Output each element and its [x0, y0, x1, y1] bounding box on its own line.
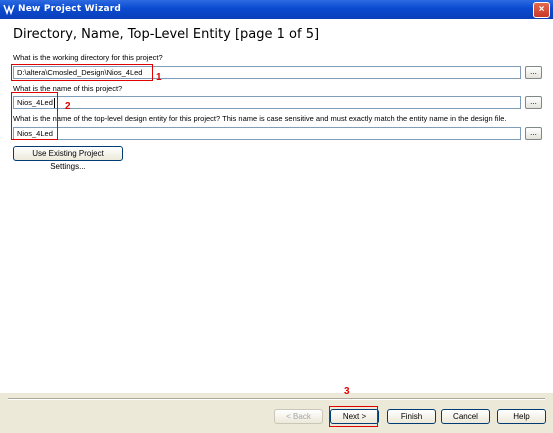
annotation-box-3 — [329, 406, 378, 427]
wizard-window: New Project Wizard × Directory, Name, To… — [0, 0, 553, 433]
cancel-button[interactable]: Cancel — [441, 409, 490, 424]
working-dir-label: What is the working directory for this p… — [13, 53, 163, 62]
top-entity-label: What is the name of the top-level design… — [13, 114, 507, 123]
annotation-number-2: 2 — [65, 101, 71, 112]
annotation-number-1: 1 — [156, 72, 162, 83]
page-heading: Directory, Name, Top-Level Entity [page … — [13, 27, 320, 42]
top-entity-input[interactable]: Nios_4Led — [13, 127, 521, 140]
project-name-input[interactable]: Nios_4Led — [13, 96, 521, 109]
working-dir-browse-button[interactable]: ... — [525, 66, 542, 79]
annotation-box-2 — [11, 92, 58, 140]
title-bar[interactable]: New Project Wizard × — [0, 0, 553, 19]
window-title: New Project Wizard — [18, 4, 122, 14]
close-icon[interactable]: × — [533, 2, 550, 18]
annotation-box-1 — [11, 64, 153, 81]
top-entity-browse-button[interactable]: ... — [525, 127, 542, 140]
finish-button[interactable]: Finish — [387, 409, 436, 424]
back-button[interactable]: < Back — [274, 409, 323, 424]
footer-divider — [8, 398, 545, 400]
project-name-browse-button[interactable]: ... — [525, 96, 542, 109]
use-existing-settings-button[interactable]: Use Existing Project Settings... — [13, 146, 123, 171]
annotation-number-3: 3 — [344, 386, 350, 397]
app-icon — [3, 4, 15, 15]
help-button[interactable]: Help — [497, 409, 546, 424]
